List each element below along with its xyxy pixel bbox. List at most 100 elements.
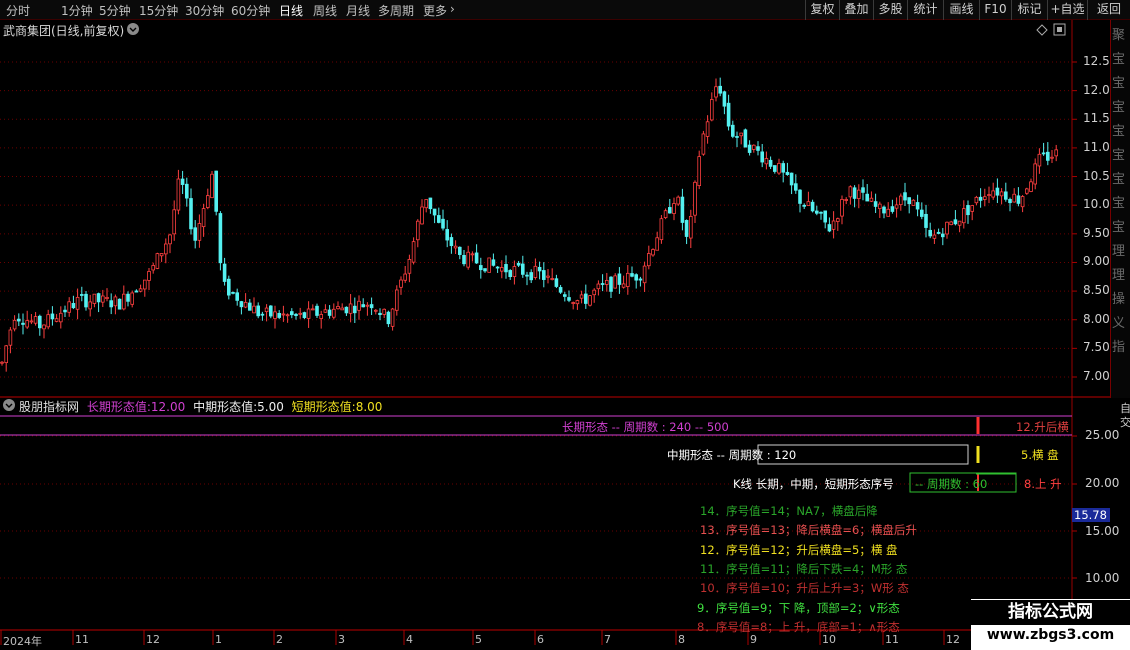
candle-body bbox=[436, 215, 441, 223]
candle-body bbox=[626, 272, 630, 287]
chart-canvas[interactable] bbox=[0, 0, 1130, 650]
candle-body bbox=[277, 313, 281, 318]
candle-body bbox=[882, 206, 886, 214]
candle-body bbox=[415, 220, 420, 241]
candle-body bbox=[504, 264, 508, 273]
candle-body bbox=[768, 159, 773, 167]
candle-body bbox=[84, 293, 88, 308]
right-panel-char: 操 bbox=[1112, 292, 1126, 307]
candle-body bbox=[647, 253, 651, 267]
candle-body bbox=[689, 215, 693, 239]
candle-body bbox=[760, 151, 764, 163]
date-axis-label: 2 bbox=[276, 633, 283, 646]
candle-body bbox=[613, 275, 617, 289]
candle-body bbox=[894, 204, 899, 209]
candle-body bbox=[773, 165, 777, 172]
candle-body bbox=[499, 267, 504, 272]
candle-body bbox=[995, 187, 1000, 196]
candle-body bbox=[962, 208, 966, 224]
candle-body bbox=[407, 259, 412, 274]
candle-body bbox=[764, 158, 769, 165]
candle-body bbox=[147, 271, 151, 281]
candle-body bbox=[546, 275, 550, 278]
sequence-row: 8．序号值=8；上 升，底部=1；∧形态 bbox=[697, 619, 900, 634]
price-axis-label: 9.00 bbox=[1083, 254, 1110, 269]
candle-body bbox=[634, 274, 638, 281]
grid bbox=[0, 61, 1077, 645]
long-banner: 长期形态 -- 周期数 : 240 -- 500 bbox=[562, 420, 729, 434]
date-axis-label: 5 bbox=[475, 633, 482, 646]
sequence-row: 11．序号值=11；降后下跌=4；M形 态 bbox=[700, 561, 908, 576]
short-form-label: 短期形态值: bbox=[291, 400, 356, 414]
candle-body bbox=[168, 234, 172, 245]
candle-body bbox=[441, 218, 445, 229]
candle-body bbox=[693, 181, 697, 216]
candle-body bbox=[130, 292, 135, 305]
price-axis-label: 9.50 bbox=[1083, 225, 1110, 240]
watermark-logo: 指标公式网 www.zbgs3.com bbox=[971, 599, 1130, 650]
candle-body bbox=[428, 197, 433, 210]
right-panel-char: 宝 bbox=[1112, 148, 1126, 163]
candle-body bbox=[96, 293, 101, 303]
candle-body bbox=[373, 309, 378, 312]
candle-body bbox=[596, 283, 601, 290]
date-axis-label: 2024年 bbox=[3, 635, 42, 648]
candle-body bbox=[378, 312, 382, 316]
candle-body bbox=[54, 318, 59, 322]
candle-body bbox=[861, 187, 865, 193]
right-panel-char: 宝 bbox=[1112, 220, 1126, 235]
ind-axis-10: 10.00 bbox=[1085, 571, 1120, 585]
candle-body bbox=[890, 206, 895, 212]
candle-body bbox=[260, 313, 265, 316]
candle-body bbox=[256, 305, 260, 317]
candle-body bbox=[781, 163, 785, 173]
candle-body bbox=[33, 316, 38, 324]
candle-body bbox=[172, 209, 177, 235]
candle-body bbox=[680, 196, 685, 223]
candle-body bbox=[731, 124, 735, 137]
candle-body bbox=[542, 270, 546, 280]
watermark-url: www.zbgs3.com bbox=[986, 627, 1115, 643]
candle-body bbox=[651, 249, 655, 256]
candle-body bbox=[0, 361, 4, 364]
candle-body bbox=[743, 129, 748, 148]
candle-body bbox=[1012, 193, 1016, 203]
candle-body bbox=[361, 304, 365, 308]
candle-body bbox=[1008, 198, 1012, 204]
sequence-row: 14．序号值=14；NA7，横盘后降 bbox=[700, 504, 878, 518]
candle-body bbox=[1020, 196, 1025, 208]
candle-body bbox=[521, 263, 525, 275]
candle-body bbox=[457, 246, 462, 255]
candle-body bbox=[365, 304, 370, 307]
candle-body bbox=[1029, 181, 1033, 192]
candle-body bbox=[495, 266, 500, 269]
candle-body bbox=[159, 253, 164, 257]
candle-body bbox=[298, 312, 302, 315]
candle-body bbox=[470, 253, 475, 256]
candlestick-series bbox=[0, 77, 1059, 372]
candle-body bbox=[134, 290, 139, 293]
candle-body bbox=[810, 201, 815, 212]
sequence-row: 10．序号值=10；升后上升=3；W形 态 bbox=[700, 581, 909, 596]
date-axis-label: 9 bbox=[750, 633, 757, 646]
candle-body bbox=[239, 301, 244, 308]
candle-body bbox=[529, 272, 533, 281]
right-panel-char: 宝 bbox=[1112, 76, 1126, 91]
candle-body bbox=[928, 229, 932, 237]
date-axis-label: 10 bbox=[822, 633, 836, 646]
watermark-title: 指标公式网 bbox=[971, 600, 1130, 625]
date-axis-label: 12 bbox=[146, 633, 160, 646]
candle-body bbox=[836, 218, 840, 222]
diamond-icon bbox=[1036, 24, 1048, 36]
candle-body bbox=[558, 287, 563, 293]
candle-body bbox=[718, 85, 722, 94]
candle-body bbox=[289, 311, 294, 316]
candle-body bbox=[777, 162, 781, 174]
candle-body bbox=[184, 183, 189, 199]
candle-body bbox=[327, 309, 332, 316]
short-banner: K线 长期，中期，短期形态序号 bbox=[733, 477, 894, 491]
candle-body bbox=[857, 189, 861, 199]
candle-body bbox=[222, 263, 227, 282]
candle-body bbox=[823, 210, 827, 223]
candle-body bbox=[420, 206, 424, 225]
